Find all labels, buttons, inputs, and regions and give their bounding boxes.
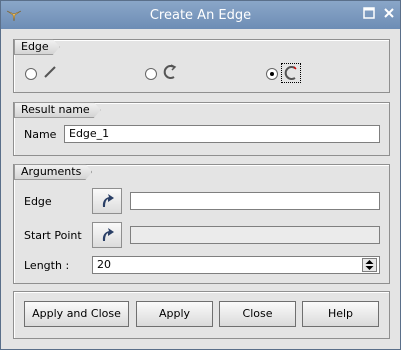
apply-and-close-button[interactable]: Apply and Close bbox=[24, 301, 129, 327]
length-value: 20 bbox=[97, 258, 111, 271]
help-button[interactable]: Help bbox=[302, 301, 379, 327]
result-name-group: Result name Name Edge_1 bbox=[13, 102, 390, 156]
edge-group: Edge bbox=[13, 39, 390, 93]
title-bar[interactable]: Create An Edge bbox=[1, 1, 400, 29]
radio-arc[interactable] bbox=[145, 68, 157, 80]
dialog-window: Create An Edge Edge Result name Name Edg… bbox=[0, 0, 401, 350]
arguments-label: Arguments bbox=[14, 164, 92, 180]
edge-select-button[interactable] bbox=[92, 188, 122, 214]
name-label: Name bbox=[24, 128, 57, 141]
edge-group-label: Edge bbox=[14, 39, 60, 55]
start-point-select-button[interactable] bbox=[92, 222, 122, 248]
select-arrow-icon bbox=[102, 194, 114, 207]
arguments-group: Arguments Edge Start Point Length : 20 bbox=[13, 164, 390, 284]
window-title: Create An Edge bbox=[149, 8, 252, 23]
length-spinbox[interactable]: 20 bbox=[92, 256, 380, 274]
edge-arg-field[interactable] bbox=[130, 192, 380, 210]
result-name-label: Result name bbox=[14, 102, 101, 118]
curve-icon bbox=[284, 66, 297, 80]
arc-icon bbox=[163, 64, 177, 79]
spin-arrows-icon[interactable] bbox=[362, 258, 377, 272]
start-point-field[interactable] bbox=[130, 226, 380, 244]
edge-arg-label: Edge bbox=[24, 195, 52, 208]
start-point-label: Start Point bbox=[24, 229, 82, 242]
length-label: Length : bbox=[24, 259, 70, 272]
radio-line[interactable] bbox=[25, 68, 37, 80]
maximize-icon[interactable] bbox=[361, 7, 377, 23]
apply-button[interactable]: Apply bbox=[136, 301, 213, 327]
select-arrow-icon bbox=[102, 228, 114, 241]
close-icon[interactable] bbox=[381, 7, 397, 23]
name-input[interactable]: Edge_1 bbox=[64, 125, 380, 143]
line-icon bbox=[44, 66, 56, 78]
close-button[interactable]: Close bbox=[219, 301, 296, 327]
radio-curve[interactable] bbox=[266, 68, 278, 80]
curve-icon-focus bbox=[281, 63, 301, 83]
